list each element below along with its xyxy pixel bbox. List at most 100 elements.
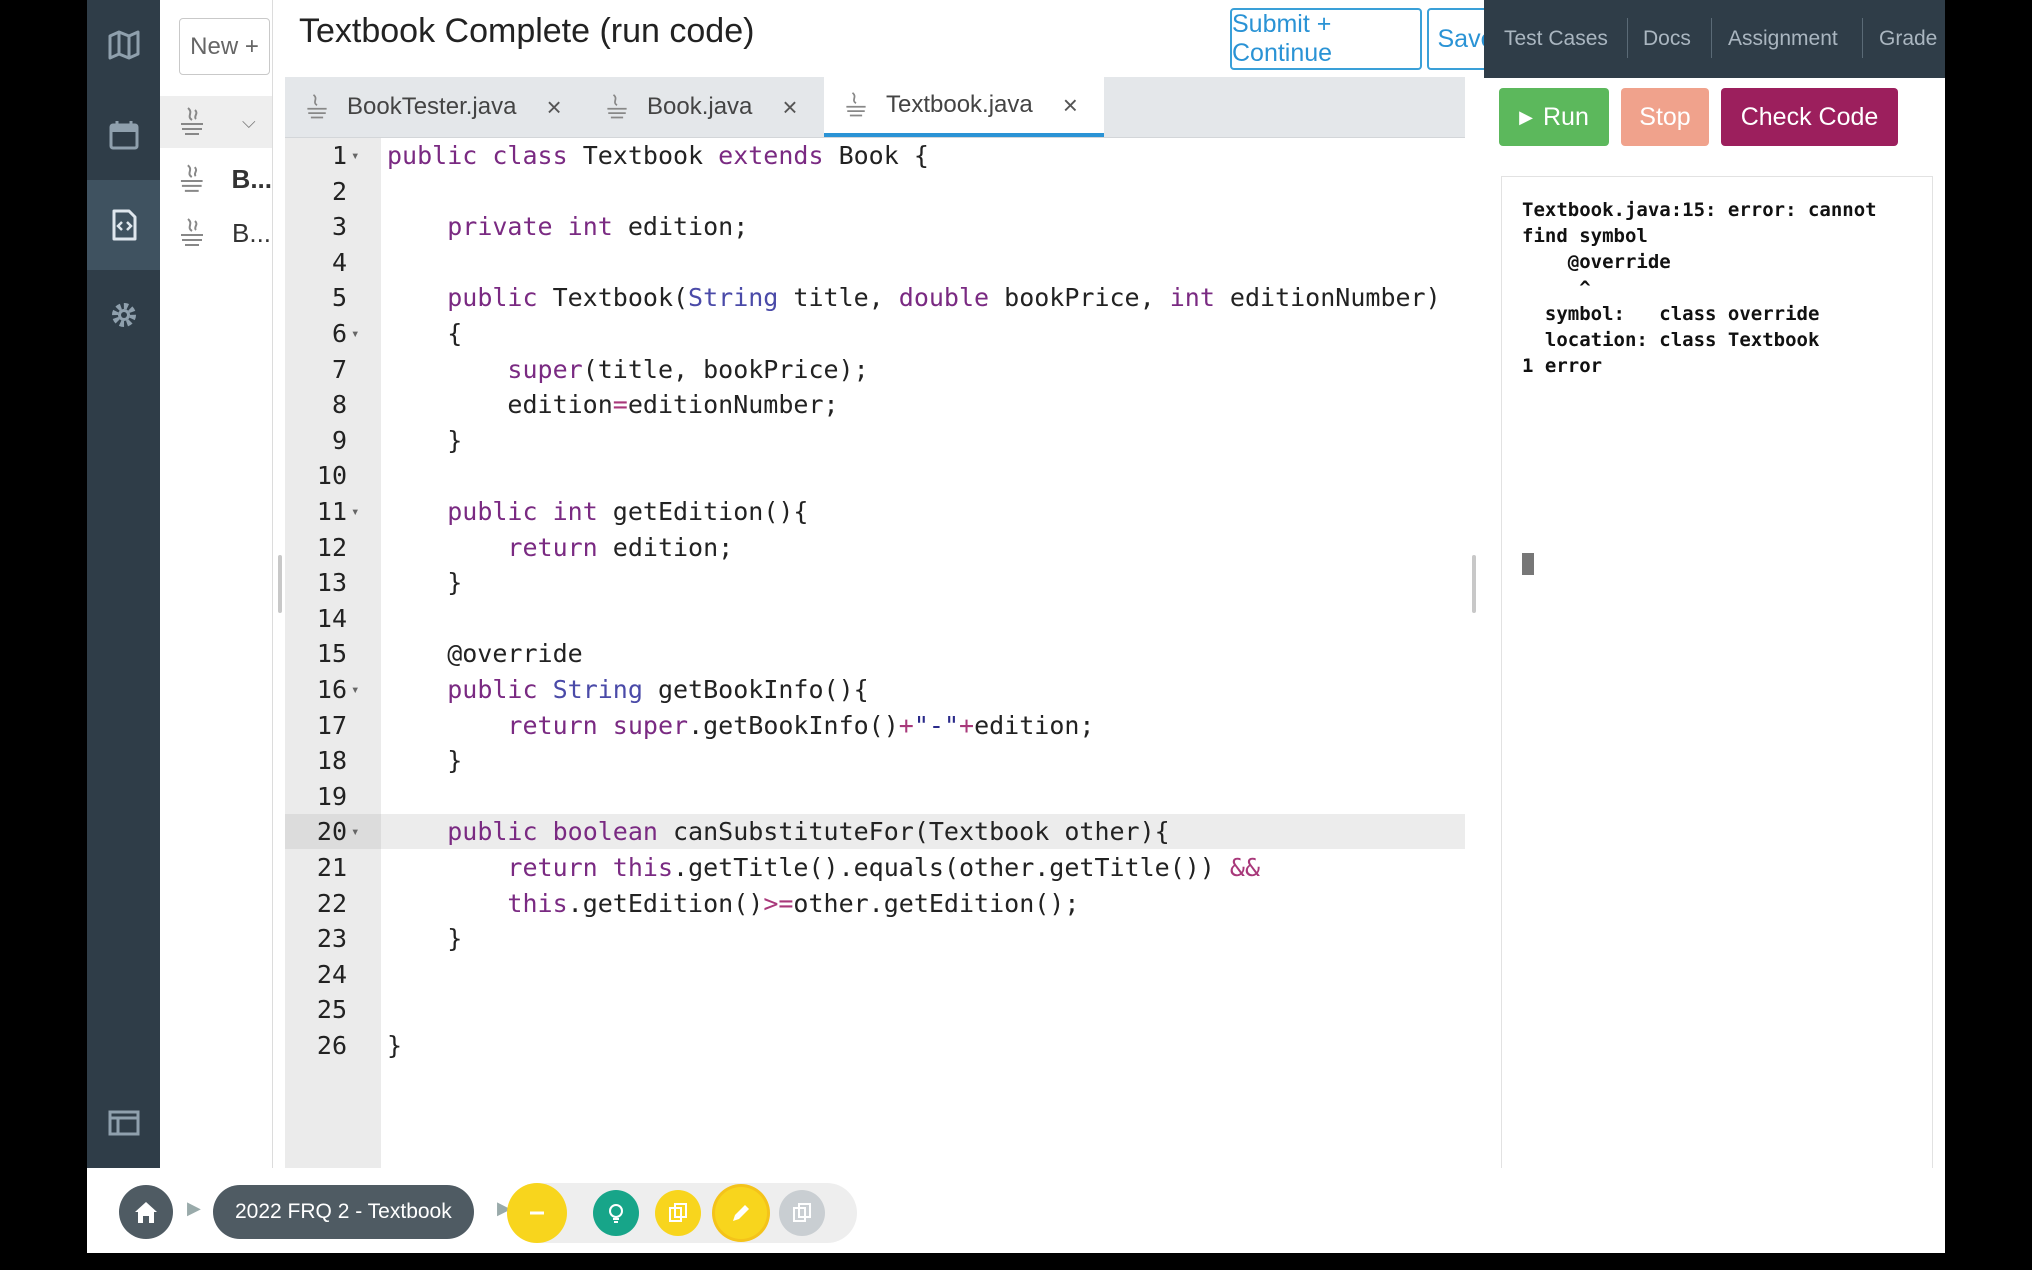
code-line[interactable]: 3 private int edition;	[285, 209, 1465, 244]
lightbulb-icon[interactable]	[593, 1190, 639, 1236]
code-line[interactable]: 21 return this.getTitle().equals(other.g…	[285, 850, 1465, 885]
code-line[interactable]: 11 ▾ public int getEdition(){	[285, 494, 1465, 529]
play-icon: ▶	[1519, 106, 1533, 127]
code-line[interactable]: 17 return super.getBookInfo()+"-"+editio…	[285, 708, 1465, 743]
tab-docs[interactable]: Docs	[1643, 0, 1691, 78]
fold-arrow-icon[interactable]: ▾	[351, 139, 359, 174]
tab-label: BookTester.java	[347, 93, 517, 120]
code-text: public int getEdition(){	[447, 497, 809, 526]
line-number: 3	[331, 212, 347, 242]
fold-arrow-icon[interactable]: ▾	[351, 495, 359, 530]
file-item[interactable]: B...	[160, 153, 272, 205]
code-line[interactable]: 14	[285, 601, 1465, 636]
close-icon[interactable]: ×	[1063, 90, 1078, 121]
code-line[interactable]: 19	[285, 779, 1465, 814]
code-line[interactable]: 7 super(title, bookPrice);	[285, 352, 1465, 387]
submit-continue-button[interactable]: Submit + Continue	[1230, 8, 1422, 70]
line-number: 7	[331, 354, 347, 384]
line-number: 16	[316, 675, 347, 704]
code-line[interactable]: 15 @override	[285, 636, 1465, 671]
java-icon	[607, 94, 627, 119]
tab-book[interactable]: Book.java ×	[585, 77, 811, 137]
code-text: {	[387, 319, 463, 348]
tab-grade[interactable]: Grade	[1879, 0, 1937, 78]
code-line[interactable]: 8 edition=editionNumber;	[285, 387, 1465, 422]
code-file-icon[interactable]	[87, 180, 160, 270]
close-icon[interactable]: ×	[782, 92, 797, 123]
code-line[interactable]: 22 this.getEdition()>=other.getEdition()…	[285, 886, 1465, 921]
pencil-icon[interactable]	[715, 1187, 767, 1239]
file-item[interactable]: B...	[160, 207, 272, 259]
line-number: 9	[331, 425, 347, 455]
code-line[interactable]: 5 public Textbook(String title, double b…	[285, 280, 1465, 315]
layout-icon[interactable]	[87, 1078, 160, 1168]
page-title: Textbook Complete (run code)	[299, 12, 755, 50]
code-text: }	[387, 746, 463, 776]
copy-icon[interactable]	[655, 1190, 701, 1236]
line-number: 12	[316, 532, 347, 562]
code-line[interactable]: 1 ▾ public class Textbook extends Book {	[285, 138, 1465, 173]
code-text: return super.getBookInfo()+"-"+edition;	[507, 710, 1095, 740]
map-icon[interactable]	[87, 0, 160, 90]
tab-booktester[interactable]: BookTester.java ×	[285, 77, 585, 137]
line-number: 17	[316, 710, 347, 740]
gear-icon[interactable]	[87, 270, 160, 360]
minus-icon[interactable]	[507, 1183, 567, 1243]
code-line[interactable]: 2	[285, 174, 1465, 209]
line-number: 1	[331, 141, 347, 170]
home-button[interactable]	[119, 1185, 173, 1239]
run-label: Run	[1542, 102, 1589, 131]
java-icon	[181, 218, 203, 246]
console-text: Textbook.java:15: error: cannot find sym…	[1522, 199, 1877, 377]
java-icon	[180, 164, 203, 192]
code-line[interactable]: 10	[285, 458, 1465, 493]
file-item[interactable]: ⌵	[160, 96, 272, 148]
code-line[interactable]: 25	[285, 992, 1465, 1027]
run-button[interactable]: ▶ Run	[1499, 88, 1609, 146]
line-number: 5	[331, 283, 347, 313]
panel-splitter[interactable]	[278, 555, 282, 613]
title-bar: Textbook Complete (run code) Submit + Co…	[285, 0, 1505, 75]
tab-assignment[interactable]: Assignment	[1728, 0, 1838, 78]
line-number: 20	[285, 814, 381, 850]
tab-divider	[1627, 18, 1628, 58]
code-line[interactable]: 26}	[285, 1028, 1465, 1063]
check-code-button[interactable]: Check Code	[1721, 88, 1898, 146]
code-text: private int edition;	[447, 212, 749, 242]
code-editor[interactable]: 1 ▾ public class Textbook extends Book {2 3…	[285, 138, 1465, 1168]
code-line[interactable]: 18 }	[285, 743, 1465, 778]
code-line[interactable]: 12 return edition;	[285, 530, 1465, 565]
file-item-label: B...	[232, 217, 272, 248]
code-line[interactable]: 24	[285, 957, 1465, 992]
code-text: }	[387, 568, 463, 598]
code-line[interactable]: 9 }	[285, 423, 1465, 458]
file-panel: New + ⌵ B... B...	[160, 0, 273, 1168]
java-icon	[846, 92, 866, 117]
duplicate-icon[interactable]	[779, 1190, 825, 1236]
line-number: 24	[316, 959, 347, 989]
breadcrumb-assignment[interactable]: 2022 FRQ 2 - Textbook	[213, 1185, 474, 1239]
calendar-icon[interactable]	[87, 90, 160, 180]
fold-arrow-icon[interactable]: ▾	[351, 815, 359, 850]
code-text: public String getBookInfo(){	[447, 675, 869, 704]
console-output[interactable]: Textbook.java:15: error: cannot find sym…	[1501, 176, 1933, 1170]
tab-textbook[interactable]: Textbook.java ×	[824, 77, 1104, 137]
code-line[interactable]: 13 }	[285, 565, 1465, 600]
tab-divider	[1711, 18, 1712, 58]
panel-splitter[interactable]	[1472, 555, 1476, 613]
code-line[interactable]: 20 ▾ public boolean canSubstituteFor(Text…	[285, 814, 1465, 850]
code-line[interactable]: 6 ▾ {	[285, 316, 1465, 351]
line-number: 26	[316, 1031, 347, 1060]
line-number: 23	[316, 924, 347, 954]
close-icon[interactable]: ×	[546, 92, 561, 123]
code-line[interactable]: 4	[285, 245, 1465, 280]
stop-button[interactable]: Stop	[1621, 88, 1709, 146]
code-line[interactable]: 16 ▾ public String getBookInfo(){	[285, 672, 1465, 707]
chevron-down-icon[interactable]: ⌵	[242, 112, 256, 133]
code-line[interactable]: 23 }	[285, 921, 1465, 956]
tab-test-cases[interactable]: Test Cases	[1504, 0, 1608, 78]
fold-arrow-icon[interactable]: ▾	[351, 317, 359, 352]
new-file-button[interactable]: New +	[179, 18, 270, 75]
fold-arrow-icon[interactable]: ▾	[351, 673, 359, 708]
line-number: 6	[331, 319, 347, 348]
